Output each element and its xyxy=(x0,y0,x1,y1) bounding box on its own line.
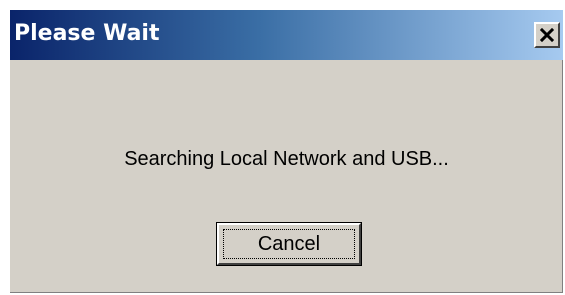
cancel-button-label: Cancel xyxy=(257,232,321,255)
window-title: Please Wait xyxy=(14,21,160,46)
cancel-button[interactable]: Cancel xyxy=(216,222,362,266)
title-bar[interactable]: Please Wait xyxy=(10,10,563,60)
close-icon xyxy=(540,28,554,42)
status-message: Searching Local Network and USB... xyxy=(124,148,449,170)
please-wait-dialog: Please Wait Searching Local Network and … xyxy=(10,10,563,293)
close-button[interactable] xyxy=(534,22,560,48)
